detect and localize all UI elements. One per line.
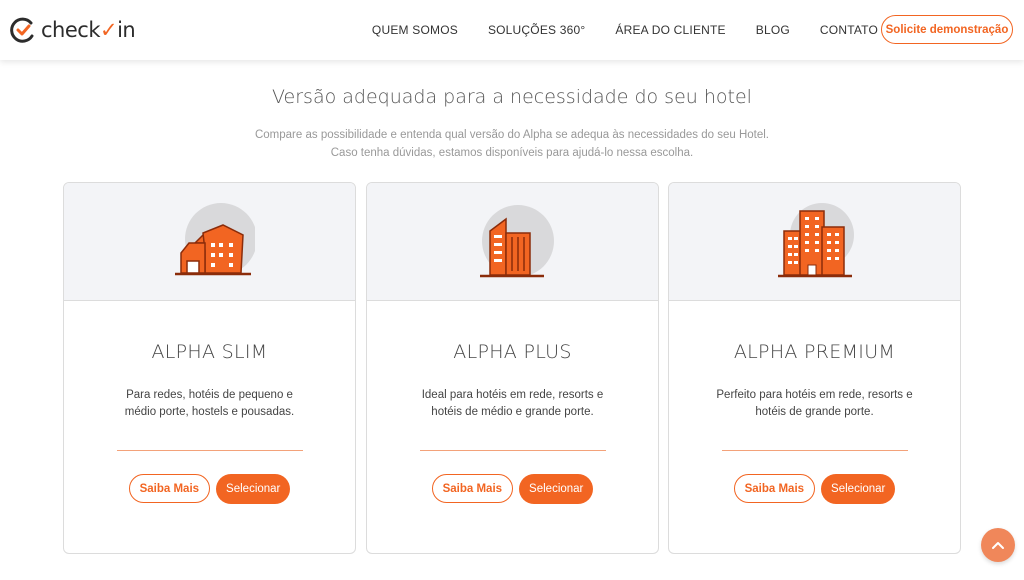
small-hotel-icon: [174, 203, 255, 276]
main-nav: QUEM SOMOS SOLUÇÕES 360° ÁREA DO CLIENTE…: [342, 0, 878, 60]
select-button[interactable]: Selecionar: [519, 474, 594, 504]
logo-text: check✓in: [41, 18, 136, 42]
divider: [721, 450, 908, 451]
divider: [419, 450, 606, 451]
card-icon-area: [64, 183, 355, 301]
chevron-up-icon: [992, 542, 1004, 549]
section-title: Versão adequada para a necessidade do se…: [272, 86, 752, 108]
nav-contato[interactable]: CONTATO: [820, 23, 878, 37]
card-icon-area: [367, 183, 658, 301]
logo-check-mark: ✓: [99, 18, 118, 42]
logo[interactable]: check✓in: [10, 15, 136, 45]
plan-card-premium: ALPHA PREMIUM Perfeito para hotéis em re…: [668, 182, 961, 554]
scroll-to-top-button[interactable]: [981, 528, 1015, 562]
card-actions: Saiba Mais Selecionar: [64, 474, 355, 504]
card-actions: Saiba Mais Selecionar: [669, 474, 960, 504]
divider: [116, 450, 303, 451]
nav-blog[interactable]: BLOG: [756, 23, 790, 37]
plan-name: ALPHA PLUS: [453, 341, 572, 363]
select-button[interactable]: Selecionar: [216, 474, 291, 504]
plan-name: ALPHA SLIM: [151, 341, 268, 363]
plan-description: Perfeito para hotéis em rede, resorts e …: [716, 389, 913, 418]
card-actions: Saiba Mais Selecionar: [367, 474, 658, 504]
plan-name: ALPHA PREMIUM: [733, 341, 896, 363]
plan-card-slim: ALPHA SLIM Para redes, hotéis de pequeno…: [63, 182, 356, 554]
large-hotel-icon: [777, 203, 854, 278]
request-demo-button[interactable]: Solicite demonstração: [881, 15, 1013, 44]
learn-more-button[interactable]: Saiba Mais: [128, 474, 211, 503]
plan-card-plus: ALPHA PLUS Ideal para hotéis em rede, re…: [366, 182, 659, 554]
plan-description: Ideal para hotéis em rede, resorts e hot…: [421, 389, 604, 418]
card-icon-area: [669, 183, 960, 301]
check-logo-icon: [10, 17, 34, 43]
plan-description: Para redes, hotéis de pequeno e médio po…: [124, 389, 295, 418]
tower-building-icon: [479, 205, 554, 278]
select-button[interactable]: Selecionar: [821, 474, 896, 504]
nav-quem-somos[interactable]: QUEM SOMOS: [372, 23, 458, 37]
section-subtitle: Compare as possibilidade e entenda qual …: [254, 129, 770, 159]
nav-area-do-cliente[interactable]: ÁREA DO CLIENTE: [615, 23, 725, 37]
site-header: check✓in QUEM SOMOS SOLUÇÕES 360° ÁREA D…: [0, 0, 1024, 60]
nav-solucoes-360[interactable]: SOLUÇÕES 360°: [488, 23, 585, 37]
learn-more-button[interactable]: Saiba Mais: [431, 474, 514, 503]
learn-more-button[interactable]: Saiba Mais: [733, 474, 816, 503]
